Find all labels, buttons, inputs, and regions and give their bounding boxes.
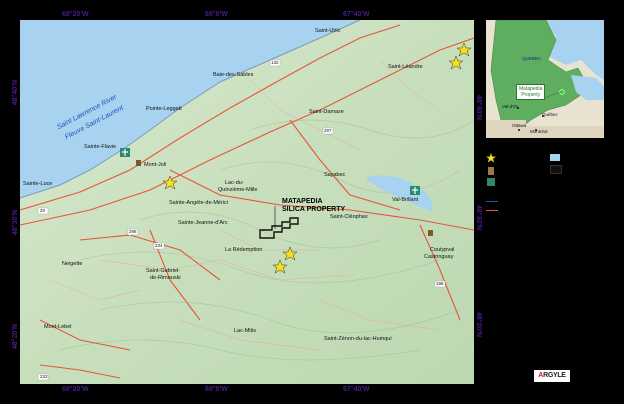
town-label: Mont-Lebel [44, 324, 72, 330]
callout-line2: Property [521, 92, 541, 98]
town-label: Sayabec [324, 172, 346, 178]
argyle-logo: ARGYLE [534, 370, 570, 382]
coord-bottom: 68°20'W [62, 386, 89, 393]
inset-canvas [486, 20, 604, 138]
town-label: Sainte-Jeanne-d'Arc [178, 220, 228, 226]
town-label: Sainte-Angèle-de-Mérici [169, 200, 228, 206]
legend-road-line [486, 210, 498, 211]
logo-rest: RGYLE [543, 372, 566, 379]
inset-map[interactable]: QUEBEC Matapedia Property Val-d'Or Québe… [486, 20, 604, 138]
route-label: 195 [436, 281, 444, 286]
inset-city-label: Québec [542, 112, 558, 117]
town-label: Val-Brillant [392, 197, 419, 203]
town-label: Castonguay [424, 254, 454, 260]
route-label: 232 [40, 374, 48, 379]
legend-airport-icon [487, 178, 495, 186]
legend-water-line [486, 201, 498, 202]
town-label: Sainte-Flavie [84, 144, 117, 150]
airport-icon [410, 186, 420, 195]
town-label: Saint-Cléophas [330, 214, 368, 220]
town-label: Lac-du- [225, 180, 244, 186]
town-label: Neigette [62, 261, 83, 267]
coord-left: 48°30'N [12, 210, 19, 236]
route-label: 297 [324, 128, 332, 133]
town-label: Saint-Gabriel- [146, 268, 180, 274]
coord-top: 68°0'W [205, 11, 228, 18]
coord-bottom: 67°40'W [343, 386, 370, 393]
town-label: Mont-Joli [144, 162, 167, 168]
coord-top: 67°40'W [343, 11, 370, 18]
property-title: MATAPEDIA SILICA PROPERTY [282, 198, 345, 214]
town-label: Sainte-Luce [23, 181, 53, 187]
town-label: Pointe-Leggatt [146, 106, 182, 112]
town-label: Saint-Zénon-du-lac-Humqui [324, 336, 392, 342]
legend-star-icon [486, 153, 496, 163]
inset-city-label: Val-d'Or [502, 104, 519, 109]
town-label: La Rédemption [225, 247, 263, 253]
coord-right: 48°40'N [475, 95, 482, 121]
town-label: Coutурval [430, 247, 455, 253]
coord-right: 48°30'N [475, 205, 482, 231]
coord-left: 48°40'N [12, 80, 19, 106]
inset-region-label: QUEBEC [522, 56, 542, 61]
coord-right: 48°20'N [475, 312, 482, 338]
property-title-line1: MATAPEDIA [282, 198, 323, 205]
town-label: Saint-Ulric [315, 28, 341, 34]
coord-top: 68°20'W [62, 11, 89, 18]
legend-mine-icon [488, 167, 494, 175]
route-label: 20 [40, 208, 46, 213]
map-frame: 132 297 20 298 234 195 232 Saint Lawrenc… [0, 0, 624, 404]
property-title-line2: SILICA PROPERTY [282, 206, 346, 213]
legend-boundary-swatch [550, 165, 562, 174]
route-label: 298 [129, 229, 137, 234]
inset-city-label: Montréal [530, 129, 548, 134]
town-label: Quinzième-Mille [218, 187, 258, 193]
coord-left: 48°20'N [12, 324, 19, 350]
airport-icon [120, 148, 130, 157]
town-label: Lac-Mitis [234, 328, 257, 334]
sidebar: QUEBEC Matapedia Property Val-d'Or Québe… [482, 20, 612, 384]
town-label: Saint-Léandre [388, 64, 423, 70]
property-callout: Matapedia Property [516, 84, 546, 100]
town-label: Saint-Damase [309, 109, 344, 115]
route-label: 132 [271, 60, 279, 65]
legend-water-swatch [550, 154, 560, 161]
route-label: 234 [155, 243, 163, 248]
coord-bottom: 68°0'W [205, 386, 228, 393]
town-label: de-Rimouski [150, 275, 181, 281]
town-label: Baie-des-Sables [213, 72, 254, 78]
main-map[interactable]: 132 297 20 298 234 195 232 Saint Lawrenc… [20, 20, 474, 384]
inset-city-label: Ottawa [512, 123, 527, 128]
